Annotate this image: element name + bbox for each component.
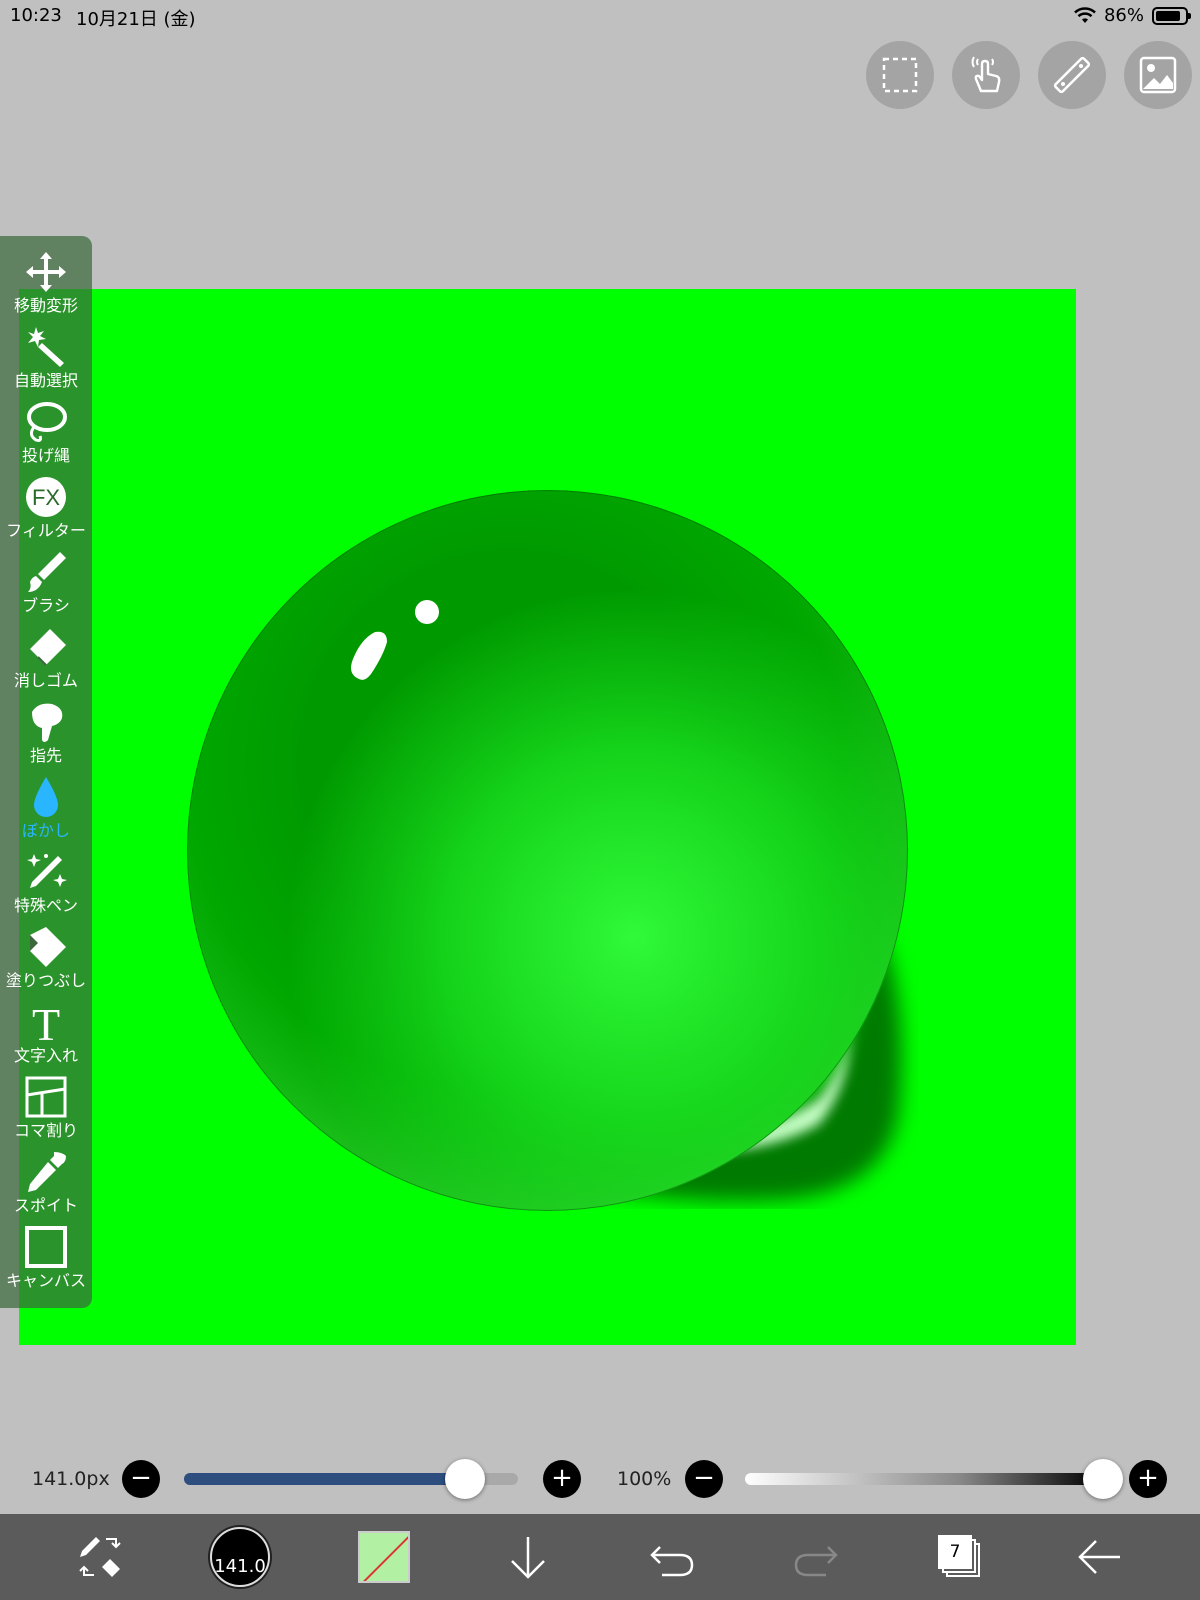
drawing-canvas[interactable] [19, 289, 1076, 1345]
brush-size-value: 141.0px [32, 1468, 110, 1490]
selection-icon [882, 57, 918, 93]
battery-fill [1156, 10, 1181, 21]
tool-label: スポイト [13, 1196, 78, 1215]
tool-text[interactable]: T 文字入れ [0, 1000, 92, 1075]
opacity-minus-button[interactable]: − [685, 1460, 723, 1498]
pen-eraser-swap-icon [79, 1537, 121, 1577]
filter-fx-icon: FX [24, 475, 68, 519]
pen-eraser-toggle-button[interactable] [72, 1514, 128, 1600]
text-tool-glyph: T [32, 1000, 60, 1044]
brush-size-knob[interactable] [444, 1459, 485, 1499]
layers-icon: 7 [938, 1535, 982, 1579]
touch-gesture-button[interactable] [952, 41, 1020, 109]
brush-size-button[interactable]: 141.0 [208, 1514, 272, 1600]
drop-highlight [351, 600, 439, 680]
bottom-bar: 141.0 7 [0, 1514, 1200, 1600]
arrow-left-icon [1078, 1540, 1120, 1574]
tool-magic-wand[interactable]: 自動選択 [0, 325, 92, 400]
tool-special-pen[interactable]: 特殊ペン [0, 850, 92, 925]
status-right: 86% [1074, 5, 1191, 26]
status-time: 10:23 [10, 5, 62, 26]
special-pen-icon [24, 850, 68, 894]
opacity-value: 100% [617, 1468, 672, 1490]
tool-label: ぼかし [21, 821, 70, 840]
tool-blur[interactable]: ぼかし [0, 775, 92, 850]
material-image-icon [1139, 56, 1177, 94]
tool-frame-divider[interactable]: コマ割り [0, 1075, 92, 1150]
selection-button[interactable] [866, 41, 934, 109]
material-button[interactable] [1124, 41, 1192, 109]
opacity-plus-button[interactable]: + [1129, 1460, 1167, 1498]
blur-drop-icon [24, 775, 68, 819]
tool-eyedropper[interactable]: スポイト [0, 1150, 92, 1225]
eraser-icon [24, 625, 68, 669]
tool-label: 自動選択 [13, 371, 78, 390]
save-down-button[interactable] [500, 1514, 556, 1600]
tool-label: キャンバス [5, 1271, 86, 1290]
brush-icon [24, 550, 68, 594]
redo-icon [794, 1546, 838, 1577]
tool-label: 消しゴム [13, 671, 78, 690]
tool-label: フィルター [6, 521, 86, 540]
tool-eraser[interactable]: 消しゴム [0, 625, 92, 700]
opacity-track[interactable] [745, 1473, 1103, 1485]
move-transform-icon [24, 250, 68, 294]
tool-label: 文字入れ [13, 1046, 78, 1065]
opacity-knob[interactable] [1083, 1459, 1123, 1499]
tool-move-transform[interactable]: 移動変形 [0, 250, 92, 325]
layer-count: 7 [938, 1535, 972, 1569]
eyedropper-icon [24, 1150, 68, 1194]
frame-divider-icon [24, 1075, 68, 1119]
tool-label: 塗りつぶし [5, 971, 87, 990]
fx-text: FX [32, 485, 60, 510]
tool-fill[interactable]: 塗りつぶし [0, 925, 92, 1000]
status-bar: 10:23 10月21日 (金) 86% [0, 0, 1200, 32]
ruler-button[interactable] [1038, 41, 1106, 109]
brush-size-plus-button[interactable]: + [543, 1460, 581, 1498]
finger-smudge-icon [24, 700, 68, 744]
touch-gesture-icon [971, 56, 1001, 93]
brush-size-fill [184, 1473, 465, 1485]
tool-label: ブラシ [22, 596, 70, 615]
tool-label: 指先 [29, 746, 62, 765]
tool-label: コマ割り [13, 1121, 78, 1140]
status-date: 10月21日 (金) [76, 9, 196, 30]
color-swatch [358, 1531, 410, 1583]
battery-icon [1152, 6, 1191, 25]
tool-label: 移動変形 [13, 296, 78, 315]
wifi-icon [1074, 6, 1096, 23]
tool-filter[interactable]: FX フィルター [0, 475, 92, 550]
back-button[interactable] [1072, 1514, 1128, 1600]
ruler-icon [1053, 56, 1091, 94]
battery-percent: 86% [1103, 5, 1144, 26]
undo-icon [650, 1546, 694, 1577]
tool-canvas[interactable]: キャンバス [0, 1225, 92, 1300]
tool-brush[interactable]: ブラシ [0, 550, 92, 625]
lasso-icon [24, 400, 68, 444]
layers-button[interactable]: 7 [932, 1514, 988, 1600]
fill-bucket-icon [24, 925, 68, 969]
brush-size-minus-button[interactable]: − [122, 1460, 160, 1498]
slider-row: 141.0px − + 100% − + [0, 1456, 1200, 1504]
undo-button[interactable] [644, 1514, 700, 1600]
water-drop-rim [187, 490, 908, 1211]
tool-lasso[interactable]: 投げ縄 [0, 400, 92, 475]
brush-size-preview-label: 141.0 [214, 1555, 266, 1577]
color-button[interactable] [356, 1514, 412, 1600]
tool-label: 特殊ペン [13, 896, 78, 915]
top-tools [866, 41, 1192, 109]
magic-wand-icon [24, 325, 68, 369]
tool-palette: 移動変形 自動選択 投げ縄 FX フィルター ブラシ 消しゴム 指先 ぼかし 特… [0, 236, 92, 1308]
tool-finger[interactable]: 指先 [0, 700, 92, 775]
arrow-down-icon [511, 1537, 545, 1579]
redo-button[interactable] [788, 1514, 844, 1600]
canvas-icon [24, 1225, 68, 1269]
tool-label: 投げ縄 [21, 446, 70, 465]
text-icon: T [24, 1000, 68, 1044]
brush-size-preview: 141.0 [210, 1527, 270, 1587]
